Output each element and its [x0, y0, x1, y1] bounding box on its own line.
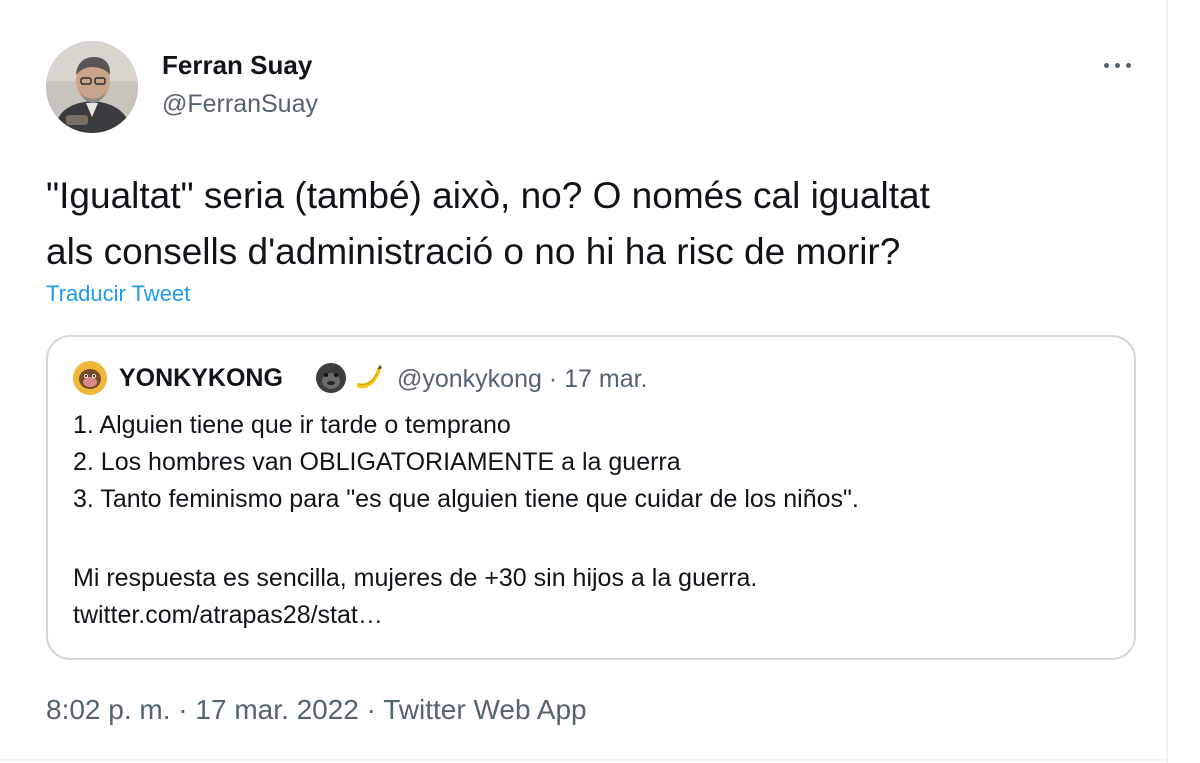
- meta-separator: ·: [170, 694, 196, 725]
- tweet-text: "Igualtat" seria (també) això, no? O nom…: [46, 168, 1146, 280]
- timeline-border-right: [1166, 0, 1168, 763]
- author-avatar[interactable]: [46, 41, 138, 133]
- tweet-date[interactable]: 17 mar. 2022: [195, 694, 358, 725]
- quoted-text-line: 3. Tanto feminismo para "es que alguien …: [73, 485, 859, 513]
- tweet-time[interactable]: 8:02 p. m.: [46, 694, 171, 725]
- more-options-button[interactable]: [1098, 50, 1138, 80]
- quoted-author-avatar: [73, 361, 107, 395]
- quoted-tweet-card[interactable]: YONKYKONG @yonkykong · 17 mar. 1. Alguie…: [46, 335, 1136, 660]
- tweet-text-line: als consells d'administració o no hi ha …: [46, 231, 901, 272]
- more-dot-icon: [1126, 63, 1131, 68]
- banana-icon: [351, 361, 385, 395]
- quoted-text-link[interactable]: twitter.com/atrapas28/stat…: [73, 597, 1113, 634]
- more-dot-icon: [1115, 63, 1120, 68]
- quoted-text-blank-line: [73, 518, 1113, 560]
- author-handle[interactable]: @FerranSuay: [162, 90, 318, 119]
- gorilla-icon: [314, 361, 348, 395]
- tweet-source: Twitter Web App: [383, 694, 587, 725]
- tweet-page: Ferran Suay @FerranSuay "Igualtat" seria…: [0, 0, 1200, 763]
- tweet-metadata: 8:02 p. m. · 17 mar. 2022 · Twitter Web …: [46, 694, 587, 726]
- quoted-author-name: YONKYKONG: [119, 364, 283, 392]
- translate-tweet-link[interactable]: Traducir Tweet: [46, 281, 190, 307]
- more-dot-icon: [1104, 63, 1109, 68]
- quoted-text-line: Mi respuesta es sencilla, mujeres de +30…: [73, 564, 758, 592]
- quoted-text-line: 1. Alguien tiene que ir tarde o temprano: [73, 411, 511, 439]
- meta-separator: ·: [358, 694, 384, 725]
- tweet-divider: [0, 759, 1168, 761]
- quoted-handle-and-date: @yonkykong · 17 mar.: [397, 365, 648, 393]
- author-name[interactable]: Ferran Suay: [162, 50, 312, 81]
- quoted-tweet-text: 1. Alguien tiene que ir tarde o temprano…: [73, 407, 1113, 634]
- tweet-text-line: "Igualtat" seria (també) això, no? O nom…: [46, 175, 930, 216]
- quoted-text-line: 2. Los hombres van OBLIGATORIAMENTE a la…: [73, 448, 681, 476]
